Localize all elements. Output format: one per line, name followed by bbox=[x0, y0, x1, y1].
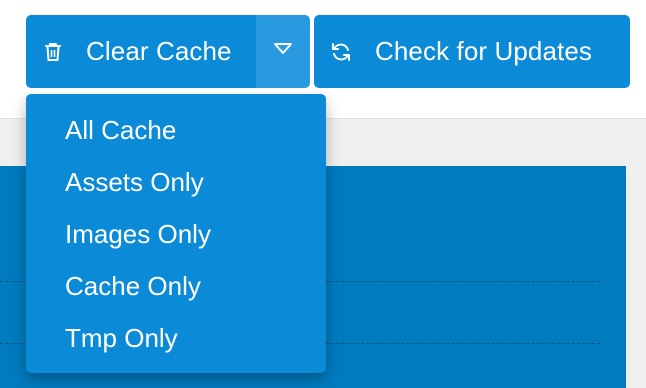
check-updates-label: Check for Updates bbox=[375, 36, 593, 66]
page-background-right bbox=[626, 166, 646, 388]
check-updates-button[interactable]: Check for Updates bbox=[314, 15, 630, 88]
clear-cache-dropdown-toggle[interactable] bbox=[256, 15, 310, 88]
menu-item-images-only[interactable]: Images Only bbox=[26, 208, 326, 260]
menu-item-all-cache[interactable]: All Cache bbox=[26, 104, 326, 156]
clear-cache-label: Clear Cache bbox=[86, 36, 232, 66]
clear-cache-dropdown-menu: All Cache Assets Only Images Only Cache … bbox=[26, 94, 326, 373]
menu-item-tmp-only[interactable]: Tmp Only bbox=[26, 312, 326, 364]
menu-item-assets-only[interactable]: Assets Only bbox=[26, 156, 326, 208]
clear-cache-button[interactable]: Clear Cache bbox=[26, 15, 256, 88]
caret-down-icon bbox=[273, 42, 293, 61]
trash-icon bbox=[42, 41, 64, 63]
menu-item-cache-only[interactable]: Cache Only bbox=[26, 260, 326, 312]
refresh-icon bbox=[330, 41, 352, 63]
